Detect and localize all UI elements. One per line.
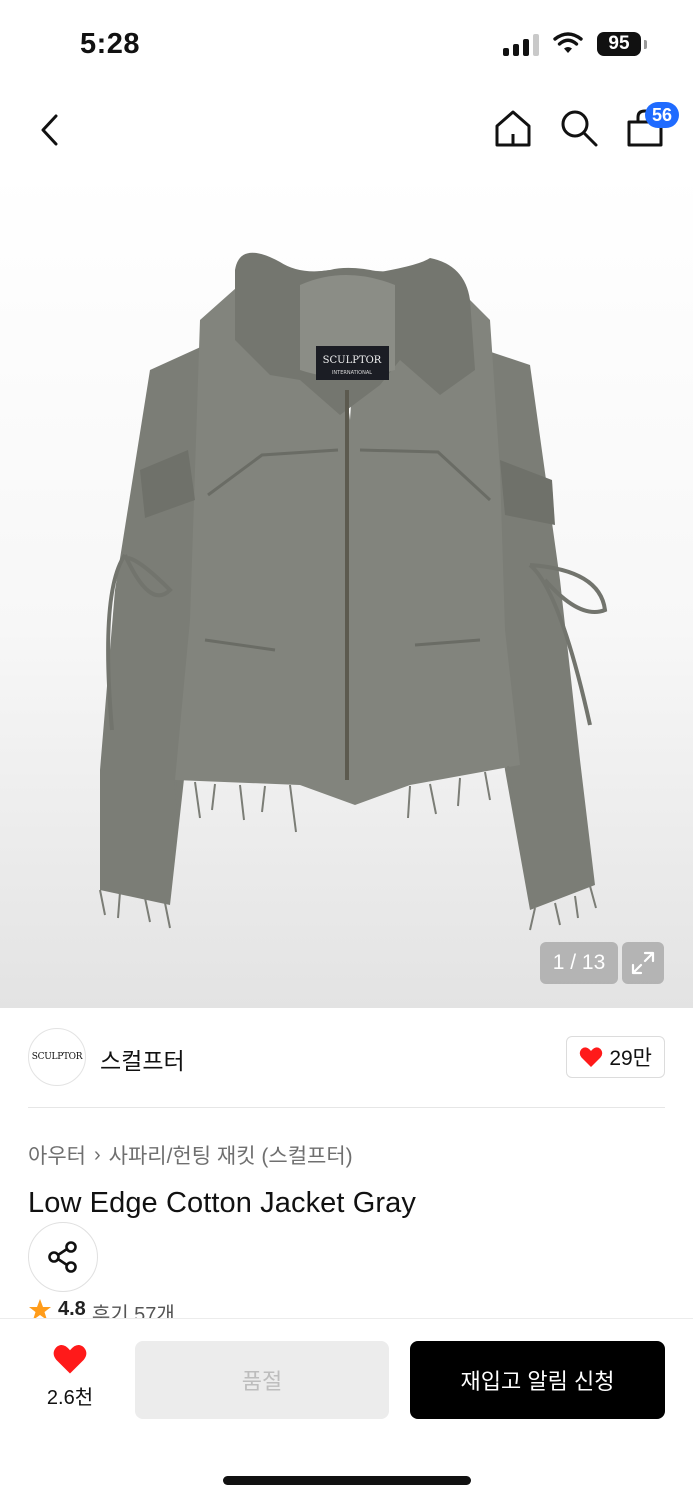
rating-score: 4.8 bbox=[58, 1298, 86, 1318]
brand-like-button[interactable]: 29만 bbox=[566, 1036, 665, 1078]
battery-icon: 95 bbox=[597, 32, 647, 56]
back-button[interactable] bbox=[28, 108, 72, 152]
signal-icon bbox=[503, 32, 539, 56]
image-counter: 1 / 13 bbox=[540, 942, 618, 984]
back-icon bbox=[41, 114, 58, 146]
status-icons: 95 bbox=[503, 32, 647, 56]
bottom-action-bar: 2.6천 품절 재입고 알림 신청 bbox=[0, 1318, 693, 1500]
star-icon bbox=[29, 1299, 51, 1318]
review-count: 후기 57개 bbox=[91, 1304, 175, 1318]
brand-name[interactable]: 스컬프터 bbox=[100, 1042, 185, 1076]
expand-icon bbox=[631, 951, 655, 975]
product-title: Low Edge Cotton Jacket Gray bbox=[28, 1187, 416, 1219]
chevron-right-icon: › bbox=[93, 1143, 101, 1166]
wifi-icon bbox=[553, 32, 583, 53]
share-icon bbox=[48, 1241, 77, 1273]
cart-count-badge: 56 bbox=[644, 102, 679, 128]
search-button[interactable] bbox=[557, 104, 601, 152]
heart-icon bbox=[53, 1345, 87, 1374]
brand-like-count: 29만 bbox=[609, 1047, 652, 1070]
wishlist-count: 2.6천 bbox=[46, 1387, 94, 1409]
expand-image-button[interactable] bbox=[622, 942, 664, 984]
divider bbox=[28, 1107, 665, 1108]
label-text: SCULPTOR bbox=[323, 355, 382, 366]
share-button[interactable] bbox=[28, 1222, 98, 1292]
label-subtext: INTERNATIONAL bbox=[332, 370, 372, 376]
brand-row[interactable]: SCULPTOR 스컬프터 29만 bbox=[28, 1028, 665, 1088]
cart-button[interactable]: 56 bbox=[623, 102, 679, 152]
home-indicator bbox=[223, 1476, 471, 1485]
heart-icon bbox=[580, 1047, 603, 1067]
top-navigation: 56 bbox=[0, 92, 693, 172]
battery-level: 95 bbox=[597, 32, 641, 56]
status-bar: 5:28 95 bbox=[0, 0, 693, 90]
jacket-photo: SCULPTOR INTERNATIONAL bbox=[99, 252, 608, 931]
search-icon bbox=[561, 110, 598, 147]
soldout-button: 품절 bbox=[135, 1341, 389, 1419]
home-button[interactable] bbox=[491, 104, 535, 152]
brand-logo[interactable]: SCULPTOR bbox=[28, 1028, 86, 1086]
wishlist-button[interactable]: 2.6천 bbox=[30, 1343, 110, 1423]
breadcrumb-item-outer[interactable]: 아우터 bbox=[28, 1140, 86, 1170]
product-image-gallery[interactable]: SCULPTOR INTERNATIONAL 1 / 13 bbox=[0, 170, 693, 1008]
home-icon bbox=[495, 110, 531, 147]
breadcrumb: 아우터 › 사파리/헌팅 재킷 (스컬프터) bbox=[28, 1140, 353, 1170]
restock-alert-button[interactable]: 재입고 알림 신청 bbox=[410, 1341, 665, 1419]
status-time: 5:28 bbox=[80, 28, 141, 60]
nav-actions: 56 bbox=[491, 102, 679, 152]
rating-row[interactable]: 4.8 후기 57개 bbox=[28, 1298, 175, 1318]
breadcrumb-item-category[interactable]: 사파리/헌팅 재킷 (스컬프터) bbox=[109, 1140, 353, 1170]
